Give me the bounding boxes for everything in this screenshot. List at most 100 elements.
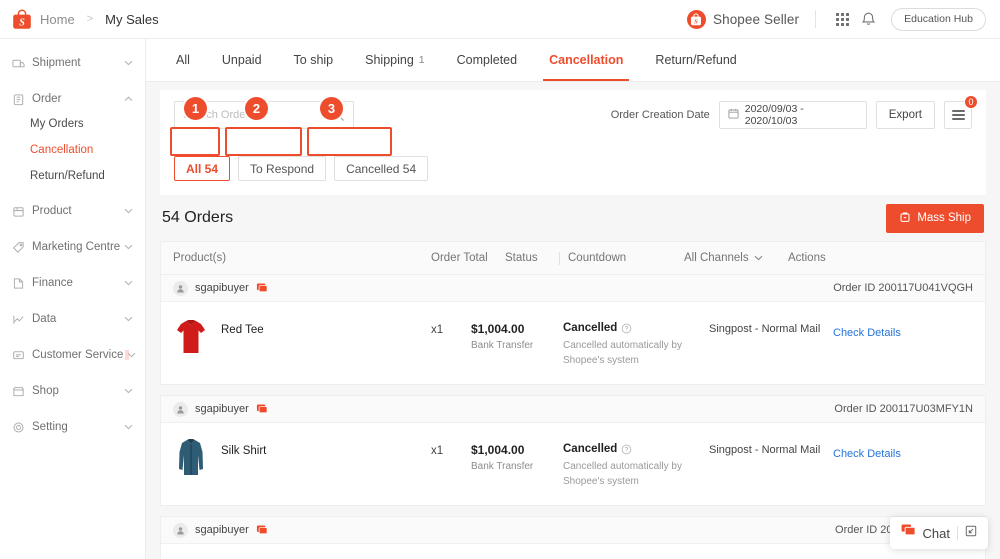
export-button[interactable]: Export: [876, 101, 935, 129]
education-hub-button[interactable]: Education Hub: [891, 8, 986, 31]
mass-ship-label: Mass Ship: [917, 212, 971, 224]
tab-count: 1: [419, 54, 425, 66]
filter-panel: Order Creation Date 2020/09/03 - 2020/10…: [160, 90, 986, 195]
tab-all[interactable]: All: [160, 39, 206, 81]
chevron-down-icon: [124, 315, 133, 324]
sidebar-label-marketing-centre: Marketing Centre: [32, 241, 120, 253]
breadcrumb: S Home > My Sales: [0, 9, 159, 30]
top-header: S Home > My Sales S Shopee Seller: [0, 0, 1000, 39]
order-row-header: sgapibuyer Order ID 200117U03MFY1N: [161, 396, 985, 423]
shopee-seller-centre-page: S Home > My Sales S Shopee Seller: [0, 0, 1000, 559]
tab-label: All: [176, 53, 190, 67]
header-actions: S Shopee Seller Education Hub: [687, 6, 1000, 32]
gear-icon: [12, 421, 29, 434]
annotation-marker-3: 3: [320, 97, 343, 120]
product-name: Silk Shirt: [221, 435, 266, 457]
order-row-header: sgapibuyer Order ID 200117U041VQGH: [161, 275, 985, 302]
status-badge: Cancelled: [563, 443, 617, 455]
sidebar-item-setting[interactable]: Setting: [0, 409, 145, 445]
order-row-body: Long pants x1 $1,004.00 Bank Transfer Ca…: [161, 544, 985, 559]
column-actions: Actions: [788, 252, 826, 264]
sidebar-item-customer-service[interactable]: Customer Service: [0, 337, 145, 373]
buyer-name[interactable]: sgapibuyer: [195, 282, 249, 294]
date-range-picker[interactable]: 2020/09/03 - 2020/10/03: [719, 101, 867, 129]
table-row: sgapibuyer Order ID 200117U03MFY1N: [160, 395, 986, 506]
chat-widget[interactable]: Chat: [890, 517, 988, 549]
question-circle-icon[interactable]: [621, 323, 632, 334]
avatar: [173, 281, 188, 296]
sidebar-item-order[interactable]: Order: [0, 81, 145, 117]
product-cell: Silk Shirt: [173, 435, 431, 479]
box-icon: [12, 205, 29, 218]
sidebar-label-finance: Finance: [32, 277, 73, 289]
shopee-seller-brand[interactable]: S Shopee Seller: [687, 10, 799, 29]
tab-cancellation[interactable]: Cancellation: [533, 39, 639, 81]
check-details-link[interactable]: Check Details: [833, 327, 901, 339]
sidebar-label-data: Data: [32, 313, 56, 325]
document-icon: [12, 277, 29, 290]
annotation-marker-1: 1: [184, 97, 207, 120]
tab-completed[interactable]: Completed: [441, 39, 533, 81]
filter-toggle-button[interactable]: 0: [944, 101, 972, 129]
expand-window-icon[interactable]: [965, 524, 977, 542]
pill-to-respond[interactable]: To Respond: [238, 156, 326, 181]
main-content: All Unpaid To ship Shipping 1 Completed …: [146, 39, 1000, 559]
sidebar-item-marketing-centre[interactable]: Marketing Centre: [0, 229, 145, 265]
tab-label: To ship: [294, 53, 334, 67]
sidebar-item-shop[interactable]: Shop: [0, 373, 145, 409]
column-order-total: Order Total: [431, 252, 505, 264]
sidebar-item-return-refund[interactable]: Return/Refund: [0, 167, 145, 185]
sidebar-item-my-orders[interactable]: My Orders: [0, 115, 145, 133]
sidebar-label-product: Product: [32, 205, 72, 217]
blue-silk-shirt-thumbnail: [173, 435, 209, 479]
sidebar-item-product[interactable]: Product: [0, 193, 145, 229]
tab-label: Return/Refund: [655, 53, 736, 67]
notification-bell-icon[interactable]: [855, 6, 881, 32]
shipping-channel: Singpost - Normal Mail: [709, 314, 833, 335]
buyer-name[interactable]: sgapibuyer: [195, 403, 249, 415]
product-quantity: x1: [431, 314, 471, 336]
check-details-link[interactable]: Check Details: [833, 448, 901, 460]
breadcrumb-separator-icon: >: [87, 13, 93, 25]
svg-text:S: S: [19, 17, 25, 28]
pill-cancelled[interactable]: Cancelled 54: [334, 156, 428, 181]
sidebar-label-customer-service: Customer Service: [32, 349, 123, 361]
sidebar-item-cancellation[interactable]: Cancellation: [0, 141, 145, 159]
chat-square-icon: [12, 349, 29, 362]
filter-lines-icon: [952, 108, 965, 123]
order-id: Order ID 200117U041VQGH: [833, 282, 973, 294]
column-status: Status: [505, 252, 551, 264]
grid-apps-icon[interactable]: [829, 6, 855, 32]
annotation-marker-2: 2: [245, 97, 268, 120]
truck-icon: [12, 57, 29, 70]
order-status-cell: Cancelled Cancelled automatically by Sho…: [563, 314, 709, 368]
mass-ship-button[interactable]: Mass Ship: [886, 204, 984, 233]
chat-bubble-icon[interactable]: [256, 524, 268, 536]
order-row-header: sgapibuyer Order ID 200117U01GU4D8: [161, 517, 985, 544]
ship-box-icon: [899, 211, 911, 226]
store-icon: [12, 385, 29, 398]
sidebar-item-finance[interactable]: Finance: [0, 265, 145, 301]
tab-unpaid[interactable]: Unpaid: [206, 39, 278, 81]
red-tshirt-thumbnail: [173, 314, 209, 358]
order-creation-date-label: Order Creation Date: [611, 109, 710, 121]
breadcrumb-current: My Sales: [105, 12, 158, 27]
sidebar-item-shipment[interactable]: Shipment: [0, 45, 145, 81]
buyer-name[interactable]: sgapibuyer: [195, 524, 249, 536]
chat-bubble-icon[interactable]: [256, 282, 268, 294]
chevron-up-icon: [124, 95, 133, 104]
calendar-icon: [728, 108, 739, 122]
chat-bubble-icon[interactable]: [256, 403, 268, 415]
column-channels-filter[interactable]: All Channels: [684, 252, 788, 264]
pill-all[interactable]: All 54: [174, 156, 230, 181]
orders-count-title: 54 Orders: [162, 209, 233, 227]
tab-return-refund[interactable]: Return/Refund: [639, 39, 752, 81]
question-circle-icon[interactable]: [621, 444, 632, 455]
tab-to-ship[interactable]: To ship: [278, 39, 350, 81]
cancellation-status-pills: All 54 To Respond Cancelled 54: [174, 129, 972, 195]
sidebar-item-data[interactable]: Data: [0, 301, 145, 337]
tab-shipping[interactable]: Shipping 1: [349, 39, 441, 81]
breadcrumb-home[interactable]: Home: [40, 12, 75, 27]
column-channels-label: All Channels: [684, 252, 749, 264]
order-status-cell: Cancelled Cancelled automatically by Sho…: [563, 435, 709, 489]
